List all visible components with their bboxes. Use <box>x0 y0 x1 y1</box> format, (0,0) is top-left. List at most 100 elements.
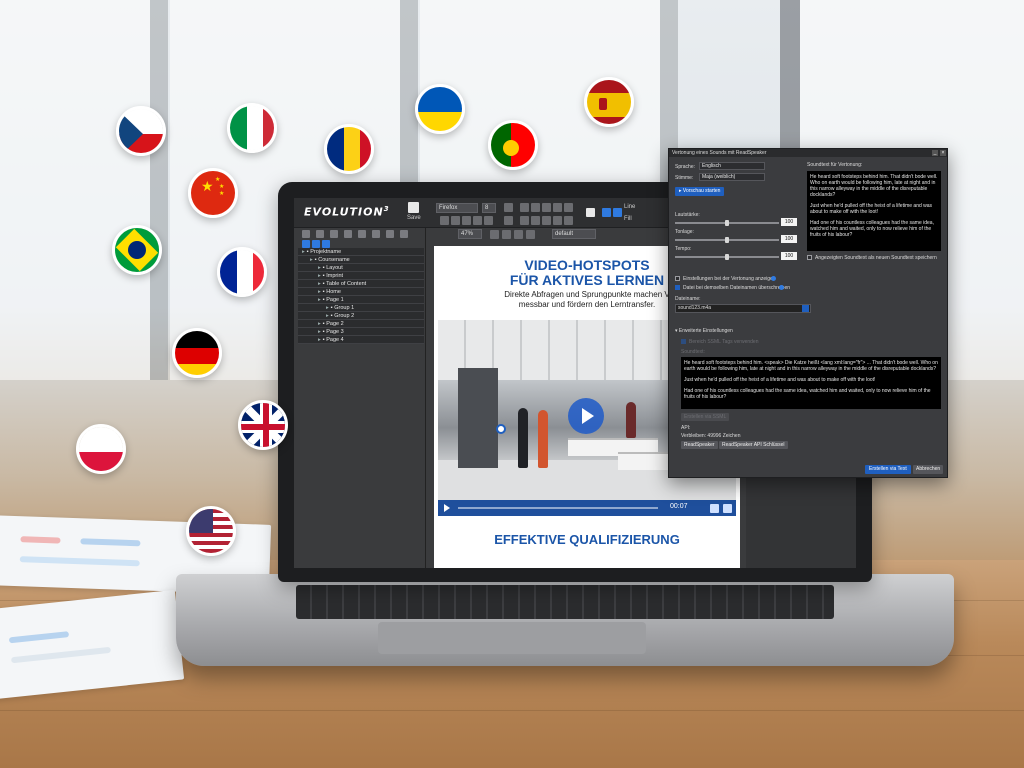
expand-icon[interactable]: ▸ <box>318 281 321 287</box>
tree-item[interactable]: ▸ ▪ Page 4 <box>298 336 424 344</box>
list-button[interactable] <box>504 203 513 212</box>
expand-icon[interactable]: ▸ <box>318 273 321 279</box>
ssml-text-area[interactable]: He heard soft footsteps behind him. <spe… <box>681 357 941 409</box>
expand-icon[interactable]: ▸ <box>302 249 305 255</box>
layer-tool-button[interactable] <box>564 216 573 225</box>
ssml-create-button[interactable]: Erstellen via SSML <box>681 413 730 421</box>
show-settings-checkbox[interactable] <box>675 276 680 281</box>
copy-icon[interactable] <box>330 230 338 238</box>
captions-icon[interactable] <box>710 504 719 513</box>
info-icon[interactable] <box>771 276 776 281</box>
save-button-label[interactable]: Save <box>407 215 421 221</box>
save-icon[interactable] <box>408 202 419 213</box>
fullscreen-icon[interactable] <box>723 504 732 513</box>
cancel-button[interactable]: Abbrechen <box>913 465 944 474</box>
hotspot-icon[interactable] <box>496 424 506 434</box>
speed-slider-handle[interactable] <box>725 254 729 260</box>
zoom-select[interactable]: 47% <box>458 229 482 239</box>
tree-item[interactable]: ▸ ▪ Page 2 <box>298 320 424 328</box>
grid-tool-button[interactable] <box>531 203 540 212</box>
audio-tool-icon[interactable] <box>602 208 611 217</box>
tree-item[interactable]: ▸ ▪ Coursename <box>298 256 424 264</box>
info-icon[interactable] <box>779 285 784 290</box>
expand-icon[interactable]: ▸ <box>318 297 321 303</box>
tree-item[interactable]: ▸ ▪ Projektname <box>298 248 424 256</box>
tree-item[interactable]: ▸ ▪ Imprint <box>298 272 424 280</box>
speed-input[interactable]: 100 <box>781 252 797 260</box>
align-left-button[interactable] <box>473 216 482 225</box>
font-select[interactable]: Firefox <box>436 203 478 213</box>
close-icon[interactable]: × <box>940 150 946 156</box>
video-progress-bar[interactable] <box>458 507 658 509</box>
edit-icon[interactable] <box>386 230 394 238</box>
text-tool-icon[interactable] <box>586 208 595 217</box>
expand-icon[interactable]: ▸ <box>326 305 329 311</box>
expand-icon[interactable]: ▸ <box>326 313 329 319</box>
undo-icon[interactable] <box>302 230 310 238</box>
expand-icon[interactable]: ▸ <box>318 265 321 271</box>
grid-icon[interactable] <box>514 230 523 239</box>
save-new-soundtext-checkbox[interactable] <box>807 255 812 260</box>
underline-button[interactable] <box>462 216 471 225</box>
expand-icon[interactable]: ▸ <box>318 289 321 295</box>
move-up-icon[interactable] <box>344 230 352 238</box>
volume-input[interactable]: 100 <box>781 218 797 226</box>
advanced-settings-toggle[interactable]: ▾ Erweiterte Einstellungen <box>675 328 733 334</box>
italic-button[interactable] <box>451 216 460 225</box>
pitch-input[interactable]: 100 <box>781 235 797 243</box>
tree-item[interactable]: ▸ ▪ Layout <box>298 264 424 272</box>
tree-item[interactable]: ▸ ▪ Group 2 <box>298 312 424 320</box>
source-text-area[interactable]: He heard soft footsteps behind him. That… <box>807 171 941 251</box>
preview-icon[interactable] <box>526 230 535 239</box>
voice-select[interactable]: Maja (weiblich) <box>699 173 765 181</box>
grid-tool-button[interactable] <box>553 203 562 212</box>
expand-icon[interactable]: ▸ <box>318 337 321 343</box>
layer-tool-button[interactable] <box>553 216 562 225</box>
redo-icon[interactable] <box>316 230 324 238</box>
grid-tool-button[interactable] <box>542 203 551 212</box>
grid-tool-button[interactable] <box>564 203 573 212</box>
add-group-icon[interactable] <box>322 240 330 248</box>
tree-item[interactable]: ▸ ▪ Group 1 <box>298 304 424 312</box>
readspeaker-button[interactable]: ReadSpeaker <box>681 441 718 449</box>
layout-select[interactable]: default <box>552 229 596 239</box>
layer-tool-button[interactable] <box>520 216 529 225</box>
indent-button[interactable] <box>504 216 513 225</box>
expand-icon[interactable]: ▸ <box>310 257 313 263</box>
fill-label: Fill <box>624 216 632 222</box>
create-via-text-button[interactable]: Erstellen via Text <box>865 465 911 474</box>
language-select[interactable]: Englisch <box>699 162 765 170</box>
add-page-icon[interactable] <box>312 240 320 248</box>
tree-item[interactable]: ▸ ▪ Home <box>298 288 424 296</box>
filename-input[interactable]: sound123.m4a <box>675 304 811 313</box>
minimize-icon[interactable]: _ <box>932 150 938 156</box>
font-size-select[interactable]: 8 <box>482 203 496 213</box>
bold-button[interactable] <box>440 216 449 225</box>
grid-tool-button[interactable] <box>520 203 529 212</box>
tree-item[interactable]: ▸ ▪ Page 1 <box>298 296 424 304</box>
fit-icon[interactable] <box>502 230 511 239</box>
expand-icon[interactable]: ▸ <box>318 321 321 327</box>
move-down-icon[interactable] <box>358 230 366 238</box>
layer-tool-button[interactable] <box>531 216 540 225</box>
volume-slider-handle[interactable] <box>725 220 729 226</box>
tree-item[interactable]: ▸ ▪ Page 3 <box>298 328 424 336</box>
pitch-slider-handle[interactable] <box>725 237 729 243</box>
layer-tool-button[interactable] <box>542 216 551 225</box>
preview-button[interactable]: ▸ Vorschau starten <box>675 187 725 196</box>
ssml-text-label: Soundtext: <box>681 349 705 355</box>
video-play-icon[interactable] <box>444 504 450 512</box>
speaker-tool-icon[interactable] <box>613 208 622 217</box>
expand-icon[interactable]: ▸ <box>318 329 321 335</box>
tree-item[interactable]: ▸ ▪ Table of Content <box>298 280 424 288</box>
view-icon[interactable] <box>400 230 408 238</box>
folder-icon[interactable] <box>802 305 809 312</box>
search-icon[interactable] <box>372 230 380 238</box>
ssml-checkbox[interactable] <box>681 339 686 344</box>
info-icon[interactable] <box>302 240 310 248</box>
align-center-button[interactable] <box>484 216 493 225</box>
overwrite-file-checkbox[interactable] <box>675 285 680 290</box>
api-key-button[interactable]: ReadSpeaker API Schlüssel <box>719 441 788 449</box>
zoom-in-icon[interactable] <box>490 230 499 239</box>
play-icon[interactable] <box>568 398 604 434</box>
